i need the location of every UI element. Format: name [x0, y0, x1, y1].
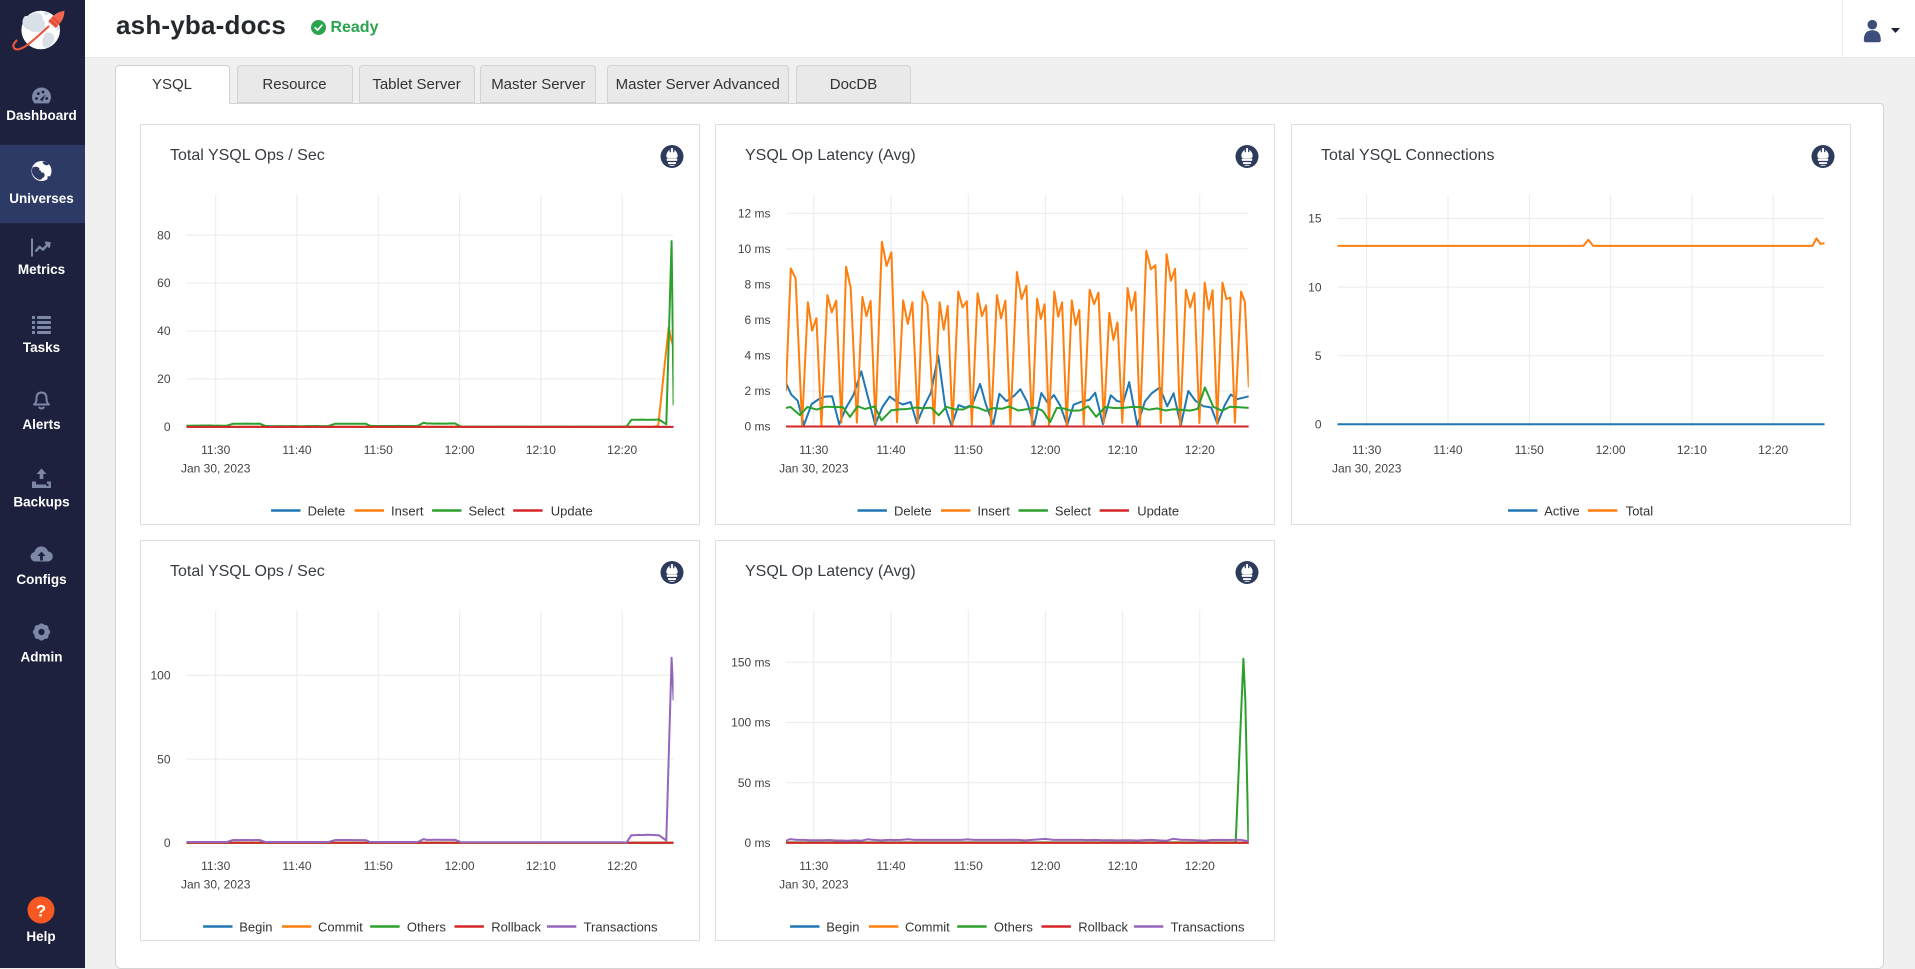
- svg-text:Jan 30, 2023: Jan 30, 2023: [181, 462, 251, 476]
- svg-text:150 ms: 150 ms: [731, 656, 770, 670]
- svg-text:50 ms: 50 ms: [738, 776, 771, 790]
- svg-text:11:40: 11:40: [876, 859, 905, 873]
- svg-text:12:00: 12:00: [1030, 859, 1060, 873]
- svg-text:Alerts: Alerts: [22, 417, 60, 432]
- svg-text:15: 15: [1308, 212, 1322, 226]
- svg-text:20: 20: [157, 372, 171, 386]
- svg-text:Metrics: Metrics: [18, 262, 65, 277]
- svg-text:100: 100: [150, 669, 170, 683]
- svg-text:40: 40: [157, 324, 171, 338]
- svg-text:60: 60: [157, 276, 171, 290]
- svg-text:12:20: 12:20: [1185, 859, 1215, 873]
- svg-text:12:20: 12:20: [1758, 443, 1788, 457]
- svg-text:5: 5: [1315, 349, 1322, 363]
- svg-text:12:20: 12:20: [607, 859, 637, 873]
- svg-text:12:10: 12:10: [1108, 859, 1138, 873]
- svg-text:Universes: Universes: [9, 191, 74, 206]
- svg-text:11:50: 11:50: [954, 859, 983, 873]
- svg-text:Update: Update: [551, 503, 593, 518]
- svg-text:11:50: 11:50: [1515, 443, 1544, 457]
- svg-text:Commit: Commit: [905, 919, 950, 934]
- svg-text:Total YSQL Connections: Total YSQL Connections: [1321, 147, 1494, 164]
- svg-text:Total: Total: [1626, 503, 1654, 518]
- svg-text:6 ms: 6 ms: [744, 313, 770, 327]
- svg-text:11:40: 11:40: [1433, 443, 1462, 457]
- svg-text:11:50: 11:50: [364, 443, 393, 457]
- svg-text:Rollback: Rollback: [491, 919, 541, 934]
- svg-text:50: 50: [157, 752, 171, 766]
- svg-text:12:00: 12:00: [445, 859, 475, 873]
- svg-text:11:40: 11:40: [282, 443, 311, 457]
- svg-text:Others: Others: [994, 919, 1034, 934]
- svg-text:0 ms: 0 ms: [744, 836, 770, 850]
- svg-text:Transactions: Transactions: [1171, 919, 1245, 934]
- svg-text:Insert: Insert: [391, 503, 424, 518]
- svg-text:0: 0: [164, 420, 171, 434]
- svg-text:0 ms: 0 ms: [744, 420, 770, 434]
- svg-text:11:50: 11:50: [364, 859, 393, 873]
- svg-text:Begin: Begin: [826, 919, 859, 934]
- svg-text:0: 0: [1315, 418, 1322, 432]
- svg-text:11:30: 11:30: [799, 859, 828, 873]
- svg-text:YSQL Op Latency (Avg): YSQL Op Latency (Avg): [745, 147, 916, 164]
- svg-text:10 ms: 10 ms: [738, 242, 771, 256]
- svg-text:Total YSQL Ops / Sec: Total YSQL Ops / Sec: [170, 563, 325, 580]
- svg-text:Update: Update: [1137, 503, 1179, 518]
- svg-text:12:00: 12:00: [445, 443, 475, 457]
- svg-text:Delete: Delete: [308, 503, 346, 518]
- svg-text:Delete: Delete: [894, 503, 932, 518]
- svg-text:Insert: Insert: [977, 503, 1010, 518]
- svg-text:Backups: Backups: [13, 495, 69, 510]
- svg-text:Active: Active: [1544, 503, 1579, 518]
- svg-text:11:30: 11:30: [799, 443, 828, 457]
- svg-text:0: 0: [164, 836, 171, 850]
- svg-text:Jan 30, 2023: Jan 30, 2023: [779, 878, 849, 892]
- svg-text:Select: Select: [469, 503, 506, 518]
- svg-text:Admin: Admin: [21, 650, 63, 665]
- svg-text:YSQL Op Latency (Avg): YSQL Op Latency (Avg): [745, 563, 916, 580]
- svg-text:12:10: 12:10: [1108, 443, 1138, 457]
- svg-text:Help: Help: [26, 929, 55, 944]
- svg-text:Others: Others: [407, 919, 447, 934]
- svg-text:Rollback: Rollback: [1078, 919, 1128, 934]
- svg-text:11:40: 11:40: [876, 443, 905, 457]
- svg-text:8 ms: 8 ms: [744, 278, 770, 292]
- svg-text:2 ms: 2 ms: [744, 384, 770, 398]
- svg-text:11:50: 11:50: [954, 443, 983, 457]
- svg-text:Dashboard: Dashboard: [6, 108, 77, 123]
- svg-text:12:10: 12:10: [526, 443, 556, 457]
- svg-text:Jan 30, 2023: Jan 30, 2023: [181, 878, 251, 892]
- svg-text:12 ms: 12 ms: [738, 207, 771, 221]
- svg-text:Begin: Begin: [239, 919, 272, 934]
- svg-text:10: 10: [1308, 280, 1322, 294]
- svg-text:12:00: 12:00: [1596, 443, 1626, 457]
- svg-text:Select: Select: [1055, 503, 1092, 518]
- svg-text:Tasks: Tasks: [23, 340, 60, 355]
- svg-text:12:10: 12:10: [1677, 443, 1707, 457]
- svg-text:12:10: 12:10: [526, 859, 556, 873]
- svg-text:Transactions: Transactions: [584, 919, 658, 934]
- svg-text:11:30: 11:30: [201, 443, 230, 457]
- svg-text:100 ms: 100 ms: [731, 716, 770, 730]
- svg-text:?: ?: [36, 902, 46, 921]
- svg-text:12:00: 12:00: [1030, 443, 1060, 457]
- svg-text:80: 80: [157, 228, 171, 242]
- svg-text:12:20: 12:20: [1185, 443, 1215, 457]
- svg-text:4 ms: 4 ms: [744, 349, 770, 363]
- svg-text:11:40: 11:40: [282, 859, 311, 873]
- svg-text:11:30: 11:30: [201, 859, 230, 873]
- svg-text:Jan 30, 2023: Jan 30, 2023: [1332, 462, 1402, 476]
- svg-text:12:20: 12:20: [607, 443, 637, 457]
- svg-text:Configs: Configs: [16, 572, 66, 587]
- svg-text:Total YSQL Ops / Sec: Total YSQL Ops / Sec: [170, 147, 325, 164]
- svg-text:Commit: Commit: [318, 919, 363, 934]
- svg-text:Jan 30, 2023: Jan 30, 2023: [779, 462, 849, 476]
- svg-text:11:30: 11:30: [1352, 443, 1381, 457]
